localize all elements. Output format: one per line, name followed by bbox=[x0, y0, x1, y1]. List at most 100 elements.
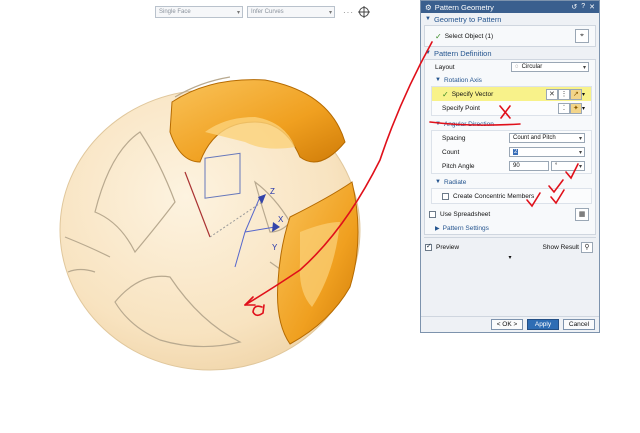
cancel-button[interactable]: Cancel bbox=[563, 319, 595, 330]
chevron-down-icon: ▾ bbox=[578, 150, 582, 156]
type-filter-dropdown[interactable]: Single Face ▾ bbox=[155, 6, 243, 18]
spacing-row: Spacing Count and Pitch ▾ bbox=[432, 131, 591, 145]
geometry-to-pattern-header[interactable]: ▼ Geometry to Pattern bbox=[421, 13, 599, 25]
collapse-triangle-icon: ▼ bbox=[425, 16, 431, 22]
select-object-row[interactable]: ✓ Select Object (1) ⌖ bbox=[425, 26, 595, 46]
rotation-axis-header[interactable]: ▼ Rotation Axis bbox=[425, 74, 595, 86]
dialog-title-bar[interactable]: ⚙ Pattern Geometry ↺ ? ✕ bbox=[421, 1, 599, 13]
count-input[interactable]: 2 ▾ bbox=[509, 147, 585, 157]
chevron-down-icon: ▾ bbox=[582, 65, 586, 71]
pattern-settings-label: Pattern Settings bbox=[442, 224, 489, 232]
concentric-members-row[interactable]: Create Concentric Members bbox=[432, 189, 591, 203]
collapse-triangle-icon: ▼ bbox=[425, 50, 431, 56]
show-result-label[interactable]: Show Result bbox=[543, 244, 580, 251]
circular-layout-icon: ◌ bbox=[515, 64, 519, 70]
snap-target-icon[interactable] bbox=[358, 6, 370, 18]
help-icon[interactable]: ? bbox=[581, 3, 585, 11]
chevron-down-icon[interactable]: ▾ bbox=[582, 91, 585, 98]
concentric-members-checkbox[interactable] bbox=[442, 192, 449, 200]
more-options-icon[interactable]: ▾ bbox=[421, 254, 599, 262]
specify-point-row[interactable]: Specify Point ⁚ ✦ ▾ bbox=[432, 101, 591, 115]
geometry-to-pattern-label: Geometry to Pattern bbox=[433, 14, 502, 24]
close-icon[interactable]: ✕ bbox=[589, 3, 595, 11]
apply-button[interactable]: Apply bbox=[527, 319, 559, 330]
checkmark-icon: ✓ bbox=[442, 89, 449, 99]
layout-dropdown[interactable]: ◌ Circular ▾ bbox=[511, 62, 589, 72]
count-value: 2 bbox=[513, 149, 519, 155]
triad-y-label: Y bbox=[272, 243, 278, 252]
layout-row: Layout ◌ Circular ▾ bbox=[425, 60, 595, 74]
select-target-icon[interactable]: ⌖ bbox=[575, 29, 589, 43]
specify-point-label: Specify Point bbox=[442, 104, 480, 112]
inferred-point-icon[interactable]: ✦ bbox=[569, 102, 582, 114]
layout-value: Circular bbox=[521, 64, 543, 70]
pattern-settings-header[interactable]: ▶ Pattern Settings bbox=[425, 222, 595, 234]
pitch-angle-input[interactable]: 90 bbox=[509, 161, 549, 171]
pitch-unit-value: ° bbox=[555, 163, 558, 169]
layout-label: Layout bbox=[435, 63, 455, 71]
chevron-down-icon: ▾ bbox=[578, 164, 582, 170]
curve-rule-value: Infer Curves bbox=[251, 9, 284, 15]
pitch-angle-value: 90 bbox=[513, 163, 520, 169]
pitch-angle-label: Pitch Angle bbox=[442, 162, 475, 170]
divider bbox=[424, 237, 596, 238]
concentric-members-label: Create Concentric Members bbox=[453, 192, 535, 200]
use-spreadsheet-checkbox[interactable] bbox=[429, 210, 436, 218]
chevron-down-icon: ▾ bbox=[578, 136, 582, 142]
angular-direction-panel: Spacing Count and Pitch ▾ Count 2 ▾ Pitc… bbox=[431, 130, 592, 174]
pattern-geometry-dialog: ⚙ Pattern Geometry ↺ ? ✕ ▼ Geometry to P… bbox=[420, 0, 600, 333]
chevron-down-icon: ▾ bbox=[236, 10, 240, 16]
spacing-dropdown[interactable]: Count and Pitch ▾ bbox=[509, 133, 585, 143]
chevron-down-icon: ▾ bbox=[328, 10, 332, 16]
magnifier-icon[interactable]: ⚲ bbox=[581, 241, 593, 253]
angular-direction-label: Angular Direction bbox=[443, 120, 494, 128]
selection-toolbar: Single Face ▾ Infer Curves ▾ ··· bbox=[155, 5, 370, 19]
expand-triangle-icon: ▶ bbox=[435, 225, 440, 232]
vector-dialog-icon[interactable]: ⋮ bbox=[557, 88, 570, 100]
preview-checkbox[interactable] bbox=[425, 242, 432, 251]
spacing-label: Spacing bbox=[442, 134, 466, 142]
pattern-definition-panel: Layout ◌ Circular ▾ ▼ Rotation Axis ✓ Sp… bbox=[424, 59, 596, 235]
specify-vector-label: Specify Vector bbox=[451, 90, 494, 98]
geometry-panel: ✓ Select Object (1) ⌖ bbox=[424, 25, 596, 47]
count-row: Count 2 ▾ bbox=[432, 145, 591, 159]
model-viewport[interactable]: Z X Y bbox=[0, 22, 420, 432]
dialog-title: Pattern Geometry bbox=[434, 2, 494, 12]
checkmark-icon: ✓ bbox=[435, 31, 442, 41]
collapse-triangle-icon: ▼ bbox=[435, 179, 441, 185]
point-dialog-icon[interactable]: ⁚ bbox=[557, 102, 570, 114]
specify-vector-row[interactable]: ✓ Specify Vector ✕ ⋮ ↗ ▾ bbox=[432, 87, 591, 101]
type-filter-value: Single Face bbox=[159, 9, 191, 15]
preview-label: Preview bbox=[436, 243, 460, 251]
more-dots-icon[interactable]: ··· bbox=[343, 8, 354, 17]
gear-icon: ⚙ bbox=[425, 2, 432, 12]
collapse-triangle-icon: ▼ bbox=[435, 77, 441, 83]
pattern-definition-header[interactable]: ▼ Pattern Definition bbox=[421, 47, 599, 59]
preview-row: Preview Show Result ⚲ bbox=[421, 240, 599, 254]
curve-rule-dropdown[interactable]: Infer Curves ▾ bbox=[247, 6, 335, 18]
use-spreadsheet-label: Use Spreadsheet bbox=[440, 210, 491, 218]
rotation-axis-label: Rotation Axis bbox=[443, 76, 482, 84]
reverse-direction-icon[interactable]: ✕ bbox=[545, 88, 558, 100]
pattern-definition-label: Pattern Definition bbox=[433, 48, 492, 58]
triad-x-label: X bbox=[278, 215, 284, 224]
triad-z-label: Z bbox=[270, 187, 275, 196]
radiate-panel: Create Concentric Members bbox=[431, 188, 592, 204]
rotation-axis-panel: ✓ Specify Vector ✕ ⋮ ↗ ▾ Specify Point ⁚… bbox=[431, 86, 592, 116]
radiate-label: Radiate bbox=[443, 178, 467, 186]
pitch-unit-dropdown[interactable]: ° ▾ bbox=[551, 161, 585, 171]
ok-button[interactable]: < OK > bbox=[491, 319, 523, 330]
collapse-triangle-icon: ▼ bbox=[435, 121, 441, 127]
radiate-header[interactable]: ▼ Radiate bbox=[425, 176, 595, 188]
spreadsheet-icon[interactable]: ▦ bbox=[575, 207, 589, 221]
chevron-down-icon[interactable]: ▾ bbox=[582, 105, 585, 112]
reset-icon[interactable]: ↺ bbox=[571, 3, 577, 11]
count-label: Count bbox=[442, 148, 460, 156]
inferred-vector-icon[interactable]: ↗ bbox=[569, 88, 582, 100]
use-spreadsheet-row[interactable]: Use Spreadsheet ▦ bbox=[425, 206, 595, 222]
angular-direction-header[interactable]: ▼ Angular Direction bbox=[425, 118, 595, 130]
pitch-angle-row: Pitch Angle 90 ° ▾ bbox=[432, 159, 591, 173]
select-object-label: Select Object (1) bbox=[444, 32, 494, 40]
spacing-value: Count and Pitch bbox=[513, 135, 556, 141]
dialog-footer: < OK > Apply Cancel bbox=[421, 316, 599, 332]
